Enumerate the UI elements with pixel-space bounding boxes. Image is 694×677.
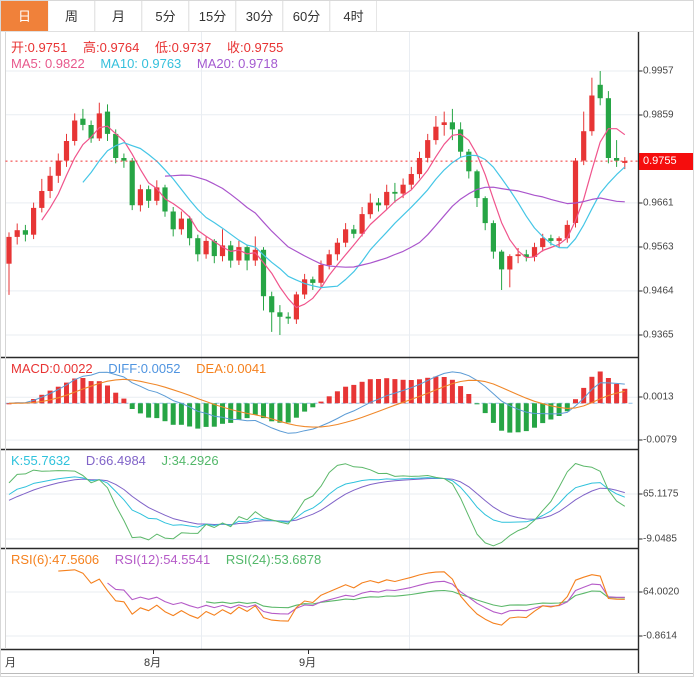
tab-30min[interactable]: 30分	[236, 1, 283, 31]
y-axis-label: 0.9464	[643, 285, 674, 297]
macd-legend: MACD:0.0022 DIFF:0.0052 DEA:0.0041	[11, 361, 278, 376]
tab-15min[interactable]: 15分	[189, 1, 236, 31]
k-value: K:55.7632	[11, 453, 71, 468]
tab-60min[interactable]: 60分	[283, 1, 330, 31]
rsi-layer	[58, 569, 625, 626]
x-axis-label: 9月	[299, 657, 317, 669]
rsi24-value: RSI(24):53.6878	[225, 552, 322, 567]
tab-week[interactable]: 周	[48, 1, 95, 31]
low-value: 低:0.9737	[155, 40, 212, 55]
kline-chart-app: 日 周 月 5分 15分 30分 60分 4时 开:0.9751 高:0.976…	[0, 0, 694, 677]
high-value: 高:0.9764	[83, 40, 140, 55]
ohlc-legend: 开:0.9751 高:0.9764 低:0.9737 收:0.9755	[11, 37, 295, 56]
macd-layer	[5, 371, 633, 434]
rsi-axis-label: 64.0020	[643, 586, 680, 598]
macd-axis-label: 0.0013	[643, 391, 674, 403]
chart-canvas[interactable]	[1, 1, 694, 677]
dea-value: DEA:0.0041	[196, 361, 267, 376]
ma10-value: MA10: 0.9763	[100, 56, 182, 71]
x-axis-label: 8月	[144, 657, 162, 669]
kdj-layer	[8, 463, 626, 547]
tab-month[interactable]: 月	[95, 1, 142, 31]
ma20-value: MA20: 0.9718	[196, 56, 278, 71]
rsi-legend: RSI(6):47.5606 RSI(12):54.5541 RSI(24):5…	[11, 552, 333, 567]
y-axis-label: 0.9859	[643, 109, 674, 121]
x-axis-label: 月	[5, 657, 16, 669]
tab-5min[interactable]: 5分	[142, 1, 189, 31]
y-axis-label: 0.9563	[643, 241, 674, 253]
rsi6-value: RSI(6):47.5606	[11, 552, 100, 567]
kdj-legend: K:55.7632 D:66.4984 J:34.2926	[11, 453, 231, 468]
y-axis-label: 0.9957	[643, 65, 674, 77]
j-value: J:34.2926	[161, 453, 219, 468]
d-value: D:66.4984	[85, 453, 146, 468]
y-axis-label: 0.9661	[643, 197, 674, 209]
ma5-value: MA5: 0.9822	[11, 56, 85, 71]
diff-value: DIFF:0.0052	[108, 361, 181, 376]
open-value: 开:0.9751	[11, 40, 68, 55]
tab-4hour[interactable]: 4时	[330, 1, 377, 31]
rsi12-value: RSI(12):54.5541	[114, 552, 211, 567]
macd-axis-label: -0.0079	[643, 434, 677, 446]
rsi-axis-label: -0.8614	[643, 630, 677, 642]
current-price-tag: 0.9755	[639, 153, 693, 170]
tab-day[interactable]: 日	[1, 1, 48, 31]
macd-value: MACD:0.0022	[11, 361, 93, 376]
kdj-axis-label: 65.1175	[643, 488, 679, 500]
interval-tabbar: 日 周 月 5分 15分 30分 60分 4时	[1, 1, 693, 32]
kdj-axis-label: -9.0485	[643, 533, 677, 545]
y-axis-label: 0.9365	[643, 329, 674, 341]
close-value: 收:0.9755	[227, 40, 284, 55]
ma-legend: MA5: 0.9822 MA10: 0.9763 MA20: 0.9718	[11, 56, 290, 71]
